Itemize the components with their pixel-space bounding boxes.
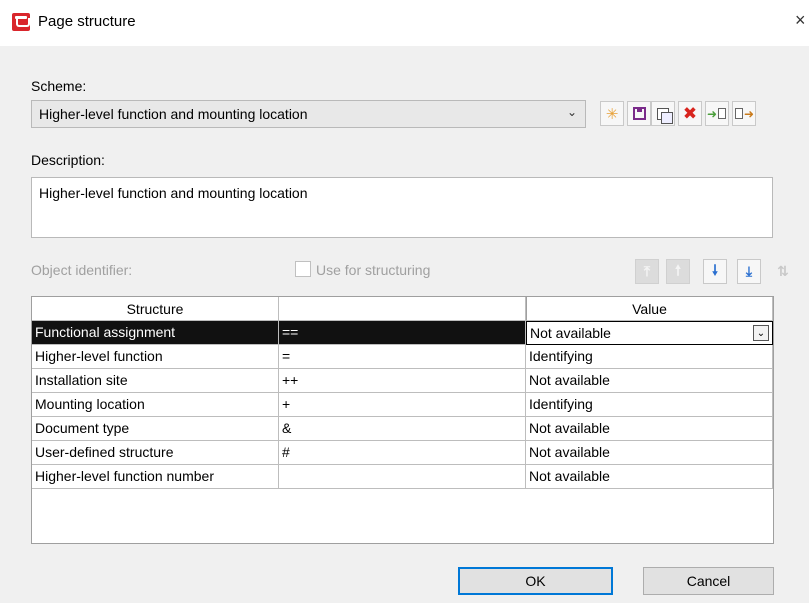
structure-cell[interactable]: User-defined structure bbox=[32, 441, 279, 465]
sort-icon: ⇅ bbox=[777, 263, 789, 279]
copy-scheme-button[interactable] bbox=[651, 101, 675, 126]
prefix-cell[interactable]: = bbox=[279, 345, 526, 369]
new-scheme-button[interactable]: ✳ bbox=[600, 101, 624, 126]
scheme-label: Scheme: bbox=[31, 78, 87, 94]
import-icon: ➜ bbox=[707, 107, 727, 121]
delete-scheme-button[interactable]: ✖ bbox=[678, 101, 702, 126]
prefix-cell[interactable]: # bbox=[279, 441, 526, 465]
window-title: Page structure bbox=[38, 13, 136, 30]
structure-cell[interactable]: Higher-level function bbox=[32, 345, 279, 369]
prefix-cell[interactable]: ++ bbox=[279, 369, 526, 393]
move-bottom-button[interactable]: ⤓ bbox=[737, 259, 761, 284]
structure-cell[interactable]: Higher-level function number bbox=[32, 465, 279, 489]
structure-grid[interactable]: Structure Value Functional assignment ==… bbox=[31, 296, 774, 544]
column-header-prefix[interactable] bbox=[279, 297, 526, 321]
value-cell[interactable]: Identifying bbox=[526, 345, 773, 369]
value-cell[interactable]: Not available bbox=[526, 417, 773, 441]
export-scheme-button[interactable]: ➜ bbox=[732, 101, 756, 126]
app-logo-icon bbox=[12, 13, 30, 31]
import-scheme-button[interactable]: ➜ bbox=[705, 101, 729, 126]
scheme-value: Higher-level function and mounting locat… bbox=[39, 106, 308, 122]
structure-cell[interactable]: Functional assignment bbox=[32, 321, 279, 345]
value-cell[interactable]: Not available bbox=[526, 441, 773, 465]
table-row[interactable]: Functional assignment == Not available ⌄ bbox=[32, 321, 773, 345]
table-row[interactable]: Higher-level function number Not availab… bbox=[32, 465, 773, 489]
move-down-button[interactable]: 🠗 bbox=[703, 259, 727, 284]
description-label: Description: bbox=[31, 152, 105, 168]
export-icon: ➜ bbox=[734, 107, 754, 121]
use-for-structuring-checkbox[interactable] bbox=[295, 261, 311, 277]
structure-cell[interactable]: Document type bbox=[32, 417, 279, 441]
structure-cell[interactable]: Installation site bbox=[32, 369, 279, 393]
table-row[interactable]: Higher-level function = Identifying bbox=[32, 345, 773, 369]
scheme-dropdown[interactable]: Higher-level function and mounting locat… bbox=[31, 100, 586, 128]
value-cell[interactable]: Identifying bbox=[526, 393, 773, 417]
move-top-icon: ⤒ bbox=[643, 263, 651, 279]
table-row[interactable]: Mounting location + Identifying bbox=[32, 393, 773, 417]
table-row[interactable]: Installation site ++ Not available bbox=[32, 369, 773, 393]
ok-button[interactable]: OK bbox=[458, 567, 613, 595]
prefix-cell[interactable]: & bbox=[279, 417, 526, 441]
column-header-value[interactable]: Value bbox=[526, 297, 773, 321]
chevron-down-icon[interactable]: ⌄ bbox=[753, 325, 769, 341]
move-top-button[interactable]: ⤒ bbox=[635, 259, 659, 284]
chevron-down-icon[interactable]: ⌄ bbox=[567, 105, 577, 119]
delete-icon: ✖ bbox=[682, 103, 698, 123]
save-icon bbox=[632, 107, 646, 120]
new-icon: ✳ bbox=[605, 105, 619, 123]
move-up-button[interactable]: 🠕 bbox=[666, 259, 690, 284]
cancel-button[interactable]: Cancel bbox=[643, 567, 774, 595]
move-up-icon: 🠕 bbox=[674, 261, 681, 278]
value-cell[interactable]: Not available bbox=[526, 465, 773, 489]
description-value: Higher-level function and mounting locat… bbox=[39, 185, 308, 201]
prefix-cell[interactable] bbox=[279, 465, 526, 489]
value-cell[interactable]: Not available ⌄ bbox=[526, 321, 773, 345]
copy-icon bbox=[657, 107, 673, 124]
close-button[interactable]: × bbox=[795, 10, 806, 31]
use-for-structuring-label: Use for structuring bbox=[316, 262, 431, 278]
prefix-cell[interactable]: == bbox=[279, 321, 526, 345]
table-row[interactable]: User-defined structure # Not available bbox=[32, 441, 773, 465]
move-bottom-icon: ⤓ bbox=[745, 263, 753, 279]
table-row[interactable]: Document type & Not available bbox=[32, 417, 773, 441]
title-bar: Page structure × bbox=[0, 0, 809, 46]
column-header-structure[interactable]: Structure bbox=[32, 297, 279, 321]
prefix-cell[interactable]: + bbox=[279, 393, 526, 417]
object-identifier-label: Object identifier: bbox=[31, 262, 133, 278]
structure-cell[interactable]: Mounting location bbox=[32, 393, 279, 417]
value-cell[interactable]: Not available bbox=[526, 369, 773, 393]
move-down-icon: 🠗 bbox=[711, 261, 718, 278]
value-text: Not available bbox=[530, 325, 611, 341]
sort-button[interactable]: ⇅ bbox=[771, 259, 795, 284]
save-scheme-button[interactable] bbox=[627, 101, 651, 126]
description-field[interactable]: Higher-level function and mounting locat… bbox=[31, 177, 773, 238]
